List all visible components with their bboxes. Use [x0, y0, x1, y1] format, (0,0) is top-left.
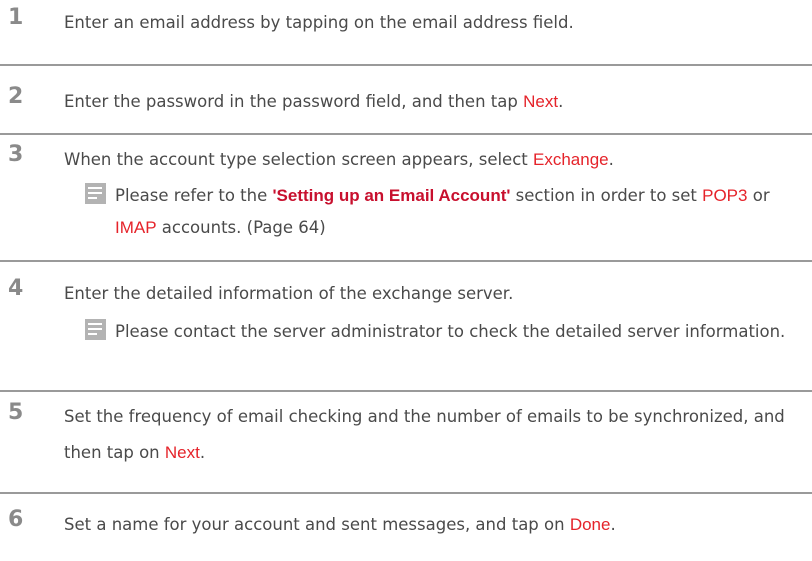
divider: [0, 133, 812, 135]
text-segment: accounts. (Page 64): [156, 218, 326, 237]
note-text: Please refer to the 'Setting up an Email…: [115, 180, 808, 244]
step-text: Set the frequency of email checking and …: [64, 399, 804, 471]
highlighted-term: Next: [523, 92, 559, 111]
step-text: Enter the detailed information of the ex…: [64, 280, 804, 308]
divider: [0, 492, 812, 494]
note-icon: [85, 183, 106, 204]
highlighted-term: IMAP: [115, 218, 157, 237]
step-text: Enter the password in the password field…: [64, 88, 804, 116]
text-segment: When the account type selection screen a…: [64, 150, 533, 169]
text-segment: section in order to set: [510, 186, 703, 205]
highlighted-term: Done: [569, 515, 611, 534]
text-segment: Enter an email address by tapping on the…: [64, 13, 574, 32]
divider: [0, 390, 812, 392]
text-segment: .: [558, 92, 564, 111]
highlighted-term: Next: [164, 443, 200, 462]
step-number: 2: [8, 84, 24, 109]
text-segment: Set a name for your account and sent mes…: [64, 515, 570, 534]
text-segment: .: [608, 150, 614, 169]
step-number: 3: [8, 142, 24, 167]
divider: [0, 260, 812, 262]
text-segment: Please refer to the: [115, 186, 273, 205]
step-text: Set a name for your account and sent mes…: [64, 511, 804, 539]
text-segment: Enter the detailed information of the ex…: [64, 284, 514, 303]
section-reference: 'Setting up an Email Account': [272, 186, 511, 205]
note-icon: [85, 319, 106, 340]
step-number: 5: [8, 400, 24, 425]
highlighted-term: POP3: [702, 186, 748, 205]
step-text: Enter an email address by tapping on the…: [64, 9, 804, 37]
step-text: When the account type selection screen a…: [64, 146, 804, 174]
text-segment: .: [199, 443, 206, 462]
text-segment: .: [610, 515, 616, 534]
text-segment: Enter the password in the password field…: [64, 92, 524, 111]
step-number: 6: [8, 507, 24, 532]
step-number: 1: [8, 5, 24, 30]
text-segment: Please contact the server administrator …: [115, 322, 786, 341]
step-number: 4: [8, 276, 24, 301]
text-segment: or: [747, 186, 770, 205]
divider: [0, 64, 812, 66]
instruction-page: 1 Enter an email address by tapping on t…: [0, 0, 812, 561]
note-text: Please contact the server administrator …: [115, 316, 808, 348]
highlighted-term: Exchange: [533, 150, 609, 169]
